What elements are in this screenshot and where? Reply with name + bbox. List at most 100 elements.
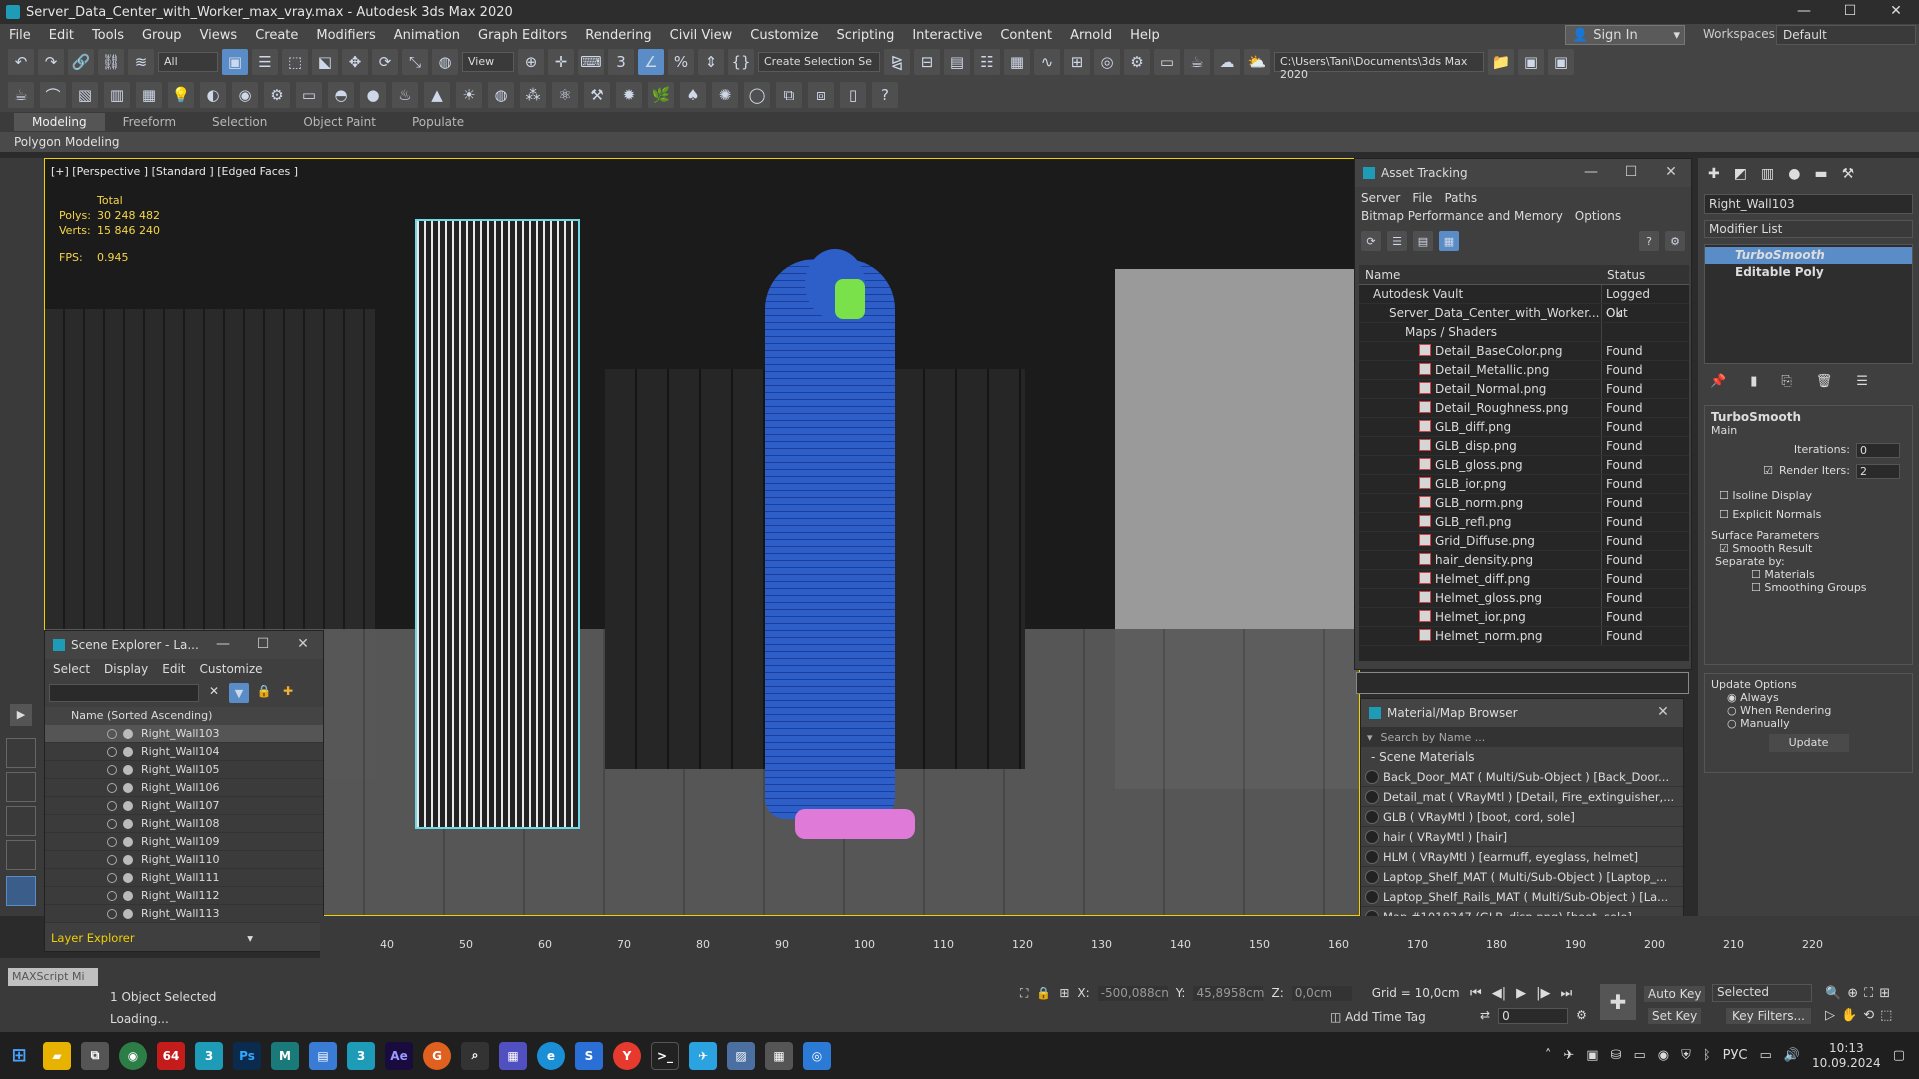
menu-rendering[interactable]: Rendering — [576, 28, 660, 43]
go-to-end-icon[interactable]: ⏭ — [1560, 986, 1572, 1001]
asset-row[interactable]: GLB_norm.png Found — [1359, 494, 1689, 513]
maya-icon[interactable]: M — [271, 1041, 299, 1070]
asset-row[interactable]: GLB_ior.png Found — [1359, 475, 1689, 494]
timeline-ruler[interactable]: 40 50 60 70 80 90 100 110 120 130 140 150 160 170 180 1… — [320, 916, 1919, 958]
camera-icon[interactable]: ◉ — [232, 82, 258, 108]
environment-icon[interactable]: ⌒ — [40, 82, 66, 108]
molecule-icon[interactable]: ⚛ — [552, 82, 578, 108]
freeze-icon[interactable] — [123, 729, 133, 739]
at-minimize-button[interactable]: — — [1571, 159, 1611, 187]
render-elements-icon[interactable]: ⚙ — [264, 82, 290, 108]
notepad-icon[interactable]: ▤ — [309, 1041, 337, 1070]
scene-object-row[interactable]: Right_Wall112 — [45, 887, 323, 905]
material-search-input[interactable]: Search by Name ... — [1381, 731, 1486, 744]
visibility-eye-icon[interactable] — [107, 729, 117, 739]
ball-icon[interactable]: ◍ — [488, 82, 514, 108]
chevron-up-icon[interactable]: ˄ — [1545, 1048, 1552, 1063]
menu-graph-editors[interactable]: Graph Editors — [469, 28, 576, 43]
sphere-icon[interactable]: ● — [360, 82, 386, 108]
materials-checkbox[interactable]: ☐ Materials — [1711, 568, 1906, 581]
redo-icon[interactable]: ↷ — [38, 49, 64, 75]
layer-explorer-select[interactable]: Layer Explorer ▾ — [45, 927, 323, 949]
isoline-display-checkbox[interactable]: ☐ Isoline Display — [1711, 489, 1906, 502]
visibility-eye-icon[interactable] — [107, 819, 117, 829]
tray-bluetooth-icon[interactable]: ᛒ — [1703, 1048, 1711, 1063]
chrome-icon[interactable]: ◉ — [119, 1041, 147, 1070]
material-browser-titlebar[interactable]: Material/Map Browser ✕ — [1361, 699, 1683, 727]
worker-model[interactable] — [765, 259, 895, 819]
orbit-icon[interactable]: ⟲ — [1863, 1008, 1874, 1023]
visibility-eye-icon[interactable] — [107, 855, 117, 865]
sun-icon[interactable]: ☀ — [456, 82, 482, 108]
edge-icon[interactable]: e — [537, 1041, 565, 1070]
align-icon[interactable]: ⊟ — [914, 49, 940, 75]
menu-animation[interactable]: Animation — [385, 28, 469, 43]
utilities-tab-icon[interactable]: ⚒ — [1842, 166, 1855, 182]
freeze-icon[interactable] — [123, 783, 133, 793]
menu-tools[interactable]: Tools — [83, 28, 133, 43]
asset-row[interactable]: Detail_Normal.png Found — [1359, 380, 1689, 399]
ribbon-tab-modeling[interactable]: Modeling — [14, 113, 105, 131]
freeze-icon[interactable] — [123, 765, 133, 775]
modifier-list-select[interactable]: Modifier List — [1704, 220, 1913, 238]
mb-close-button[interactable]: ✕ — [1643, 699, 1683, 727]
magnet-icon[interactable]: ◐ — [200, 82, 226, 108]
pan-icon[interactable]: ✋ — [1841, 1008, 1857, 1023]
menu-arnold[interactable]: Arnold — [1061, 28, 1121, 43]
proxy-icon[interactable]: ✹ — [616, 82, 642, 108]
scene-object-row[interactable]: Right_Wall106 — [45, 779, 323, 797]
toggle-ribbon-icon[interactable]: ▦ — [1004, 49, 1030, 75]
manually-radio[interactable]: ○ Manually — [1711, 717, 1906, 730]
z-coordinate-field[interactable]: 0,0cm — [1291, 986, 1352, 1001]
details-icon[interactable]: ▤ — [1413, 231, 1433, 251]
at-menu-paths[interactable]: Paths — [1444, 189, 1477, 207]
visibility-eye-icon[interactable] — [107, 765, 117, 775]
at-menu-file[interactable]: File — [1412, 189, 1432, 207]
scene-materials-header[interactable]: - Scene Materials — [1361, 747, 1683, 767]
layout-4-icon[interactable] — [6, 840, 36, 870]
lock-icon[interactable]: 🔒 — [255, 684, 273, 702]
move-icon[interactable]: ✥ — [342, 49, 368, 75]
scene-object-row[interactable]: Right_Wall111 — [45, 869, 323, 887]
sign-in-button[interactable]: 👤 Sign In ▾ — [1565, 25, 1685, 45]
key-mode-icon[interactable]: ⇄ — [1480, 1008, 1490, 1024]
turbosmooth-title[interactable]: TurboSmooth — [1711, 410, 1906, 424]
lock-selection-icon[interactable]: 🔒 — [1036, 986, 1051, 1001]
image-viewer-icon[interactable]: ▨ — [727, 1041, 755, 1070]
menu-scripting[interactable]: Scripting — [828, 28, 904, 43]
configure-sets-icon[interactable]: ☰ — [1856, 374, 1868, 389]
menu-interactive[interactable]: Interactive — [903, 28, 991, 43]
clone-icon[interactable]: ⧈ — [808, 82, 834, 108]
minimize-button[interactable]: — — [1781, 0, 1827, 24]
tools-icon[interactable]: ⚒ — [584, 82, 610, 108]
rectangular-selection-icon[interactable]: ⬚ — [282, 49, 308, 75]
project-folder-icon[interactable]: 📁 — [1488, 49, 1514, 75]
asset-row[interactable]: GLB_diff.png Found — [1359, 418, 1689, 437]
scene-object-row[interactable]: Right_Wall107 — [45, 797, 323, 815]
auto-key-button[interactable]: Auto Key — [1644, 986, 1706, 1002]
photoshop-icon[interactable]: Ps — [233, 1041, 261, 1070]
select-object-icon[interactable]: ▣ — [222, 49, 248, 75]
asset-row[interactable]: Detail_Metallic.png Found — [1359, 361, 1689, 380]
selected-server-rack[interactable] — [415, 219, 580, 829]
scene-object-row[interactable]: Right_Wall113 — [45, 905, 323, 923]
play-icon[interactable]: ▶ — [1516, 986, 1526, 1001]
current-frame-field[interactable]: 0 — [1498, 1008, 1569, 1024]
after-effects-icon[interactable]: Ae — [385, 1041, 413, 1070]
app-g-icon[interactable]: G — [423, 1041, 451, 1070]
edit-named-selection-icon[interactable]: {} — [728, 49, 754, 75]
scene-explorer-titlebar[interactable]: Scene Explorer - La... — ☐ ✕ — [45, 631, 323, 659]
zoom-all-icon[interactable]: ⊕ — [1847, 986, 1858, 1001]
se-menu-edit[interactable]: Edit — [162, 662, 185, 676]
telegram-icon[interactable]: ✈ — [689, 1041, 717, 1070]
freeze-icon[interactable] — [123, 747, 133, 757]
update-button[interactable]: Update — [1768, 734, 1849, 752]
selection-filter-select[interactable]: All — [158, 52, 218, 72]
material-search[interactable]: ▾ Search by Name ... — [1361, 727, 1683, 747]
close-button[interactable]: ✕ — [1873, 0, 1919, 24]
percent-snap-icon[interactable]: % — [668, 49, 694, 75]
vault-icon[interactable]: ⚙ — [1665, 231, 1685, 251]
keyboard-shortcut-icon[interactable]: ⌨ — [578, 49, 604, 75]
visibility-eye-icon[interactable] — [107, 837, 117, 847]
asset-row[interactable]: Detail_Roughness.png Found — [1359, 399, 1689, 418]
